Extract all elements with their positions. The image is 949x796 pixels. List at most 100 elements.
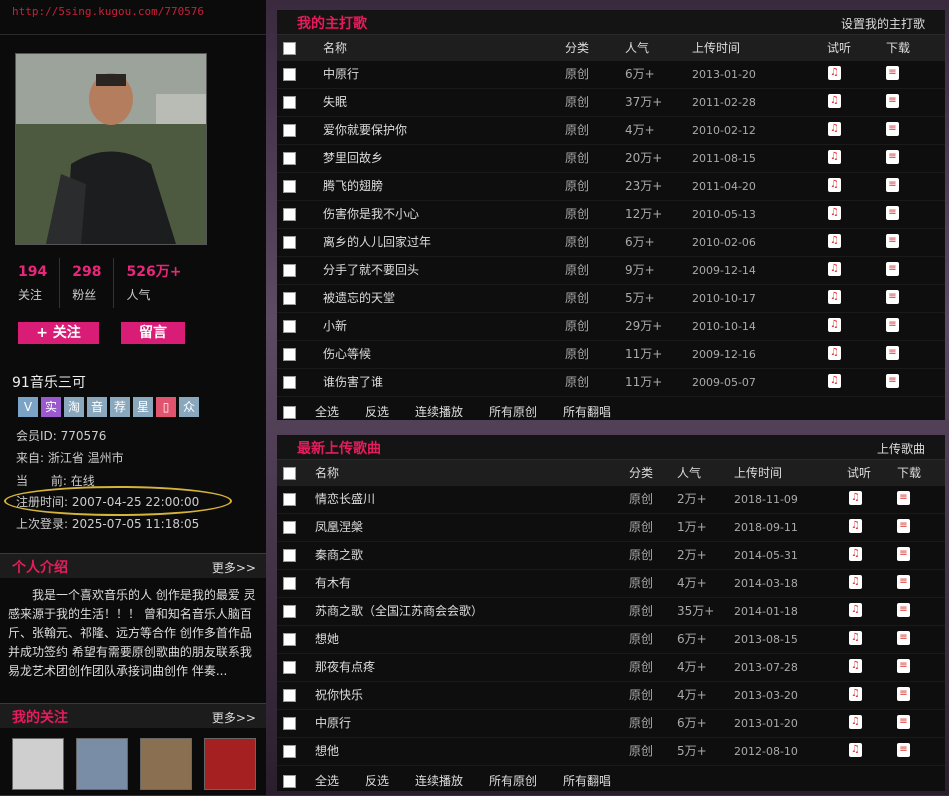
song-name-link[interactable]: 小新 <box>323 313 347 340</box>
stat-following[interactable]: 194 关注 <box>6 258 61 308</box>
download-icon[interactable]: ≡ <box>886 318 899 332</box>
song-checkbox[interactable] <box>283 292 296 305</box>
listen-icon[interactable]: ♫ <box>828 122 841 136</box>
listen-icon[interactable]: ♫ <box>828 66 841 80</box>
song-name-link[interactable]: 情恋长盛川 <box>315 486 375 513</box>
music-badge-icon[interactable]: 音 <box>87 397 107 417</box>
song-name-link[interactable]: 分手了就不要回头 <box>323 257 419 284</box>
song-name-link[interactable]: 伤心等候 <box>323 341 371 368</box>
follow-avatar[interactable] <box>12 738 64 790</box>
download-icon[interactable]: ≡ <box>886 290 899 304</box>
set-main-songs-link[interactable]: 设置我的主打歌 <box>841 15 925 32</box>
download-icon[interactable]: ≡ <box>897 687 910 701</box>
crowd-badge-icon[interactable]: 众 <box>179 397 199 417</box>
song-name-link[interactable]: 想她 <box>315 626 339 653</box>
footer-checkbox[interactable] <box>283 775 296 788</box>
message-button[interactable]: 留言 <box>121 322 185 344</box>
intro-more-link[interactable]: 更多>> <box>212 559 256 576</box>
all-cover-link[interactable]: 所有翻唱 <box>563 397 611 427</box>
listen-icon[interactable]: ♫ <box>849 687 862 701</box>
listen-icon[interactable]: ♫ <box>849 743 862 757</box>
download-icon[interactable]: ≡ <box>897 603 910 617</box>
song-checkbox[interactable] <box>283 577 296 590</box>
select-all-checkbox[interactable] <box>283 42 296 55</box>
song-checkbox[interactable] <box>283 180 296 193</box>
song-checkbox[interactable] <box>283 717 296 730</box>
song-name-link[interactable]: 那夜有点疼 <box>315 654 375 681</box>
invert-select-link[interactable]: 反选 <box>365 397 389 427</box>
song-checkbox[interactable] <box>283 236 296 249</box>
follow-avatar[interactable] <box>204 738 256 790</box>
select-all-link[interactable]: 全选 <box>315 397 339 427</box>
song-checkbox[interactable] <box>283 264 296 277</box>
song-name-link[interactable]: 有木有 <box>315 570 351 597</box>
listen-icon[interactable]: ♫ <box>849 603 862 617</box>
avatar[interactable] <box>15 53 207 245</box>
song-name-link[interactable]: 爱你就要保护你 <box>323 117 407 144</box>
download-icon[interactable]: ≡ <box>886 122 899 136</box>
download-icon[interactable]: ≡ <box>886 346 899 360</box>
star-badge-icon[interactable]: 星 <box>133 397 153 417</box>
upload-song-link[interactable]: 上传歌曲 <box>877 440 925 457</box>
song-name-link[interactable]: 腾飞的翅膀 <box>323 173 383 200</box>
follow-avatar[interactable] <box>140 738 192 790</box>
song-checkbox[interactable] <box>283 376 296 389</box>
download-icon[interactable]: ≡ <box>897 547 910 561</box>
all-original-link[interactable]: 所有原创 <box>489 397 537 427</box>
song-name-link[interactable]: 谁伤害了谁 <box>323 369 383 396</box>
download-icon[interactable]: ≡ <box>886 234 899 248</box>
listen-icon[interactable]: ♫ <box>849 715 862 729</box>
download-icon[interactable]: ≡ <box>897 631 910 645</box>
song-checkbox[interactable] <box>283 689 296 702</box>
listen-icon[interactable]: ♫ <box>828 206 841 220</box>
song-checkbox[interactable] <box>283 96 296 109</box>
invert-select-link[interactable]: 反选 <box>365 766 389 796</box>
listen-icon[interactable]: ♫ <box>828 262 841 276</box>
continuous-play-link[interactable]: 连续播放 <box>415 397 463 427</box>
download-icon[interactable]: ≡ <box>886 66 899 80</box>
stat-fans[interactable]: 298 粉丝 <box>60 258 115 308</box>
all-cover-link[interactable]: 所有翻唱 <box>563 766 611 796</box>
song-name-link[interactable]: 中原行 <box>315 710 351 737</box>
download-icon[interactable]: ≡ <box>897 491 910 505</box>
follow-avatar[interactable] <box>76 738 128 790</box>
recommend-badge-icon[interactable]: 荐 <box>110 397 130 417</box>
song-name-link[interactable]: 被遗忘的天堂 <box>323 285 395 312</box>
download-icon[interactable]: ≡ <box>897 575 910 589</box>
select-all-link[interactable]: 全选 <box>315 766 339 796</box>
all-original-link[interactable]: 所有原创 <box>489 766 537 796</box>
song-name-link[interactable]: 祝你快乐 <box>315 682 363 709</box>
song-checkbox[interactable] <box>283 521 296 534</box>
download-icon[interactable]: ≡ <box>886 262 899 276</box>
download-icon[interactable]: ≡ <box>897 743 910 757</box>
song-name-link[interactable]: 凤凰涅槃 <box>315 514 363 541</box>
shop-badge-icon[interactable]: 淘 <box>64 397 84 417</box>
song-name-link[interactable]: 苏商之歌（全国江苏商会会歌） <box>315 598 483 625</box>
follow-button[interactable]: + 关注 <box>18 322 99 344</box>
song-name-link[interactable]: 想他 <box>315 738 339 765</box>
listen-icon[interactable]: ♫ <box>828 290 841 304</box>
song-name-link[interactable]: 中原行 <box>323 61 359 88</box>
listen-icon[interactable]: ♫ <box>828 318 841 332</box>
continuous-play-link[interactable]: 连续播放 <box>415 766 463 796</box>
download-icon[interactable]: ≡ <box>886 178 899 192</box>
download-icon[interactable]: ≡ <box>886 374 899 388</box>
song-checkbox[interactable] <box>283 493 296 506</box>
listen-icon[interactable]: ♫ <box>849 519 862 533</box>
song-checkbox[interactable] <box>283 745 296 758</box>
song-checkbox[interactable] <box>283 661 296 674</box>
download-icon[interactable]: ≡ <box>886 206 899 220</box>
song-checkbox[interactable] <box>283 605 296 618</box>
listen-icon[interactable]: ♫ <box>849 631 862 645</box>
song-checkbox[interactable] <box>283 68 296 81</box>
select-all-checkbox[interactable] <box>283 467 296 480</box>
listen-icon[interactable]: ♫ <box>849 491 862 505</box>
download-icon[interactable]: ≡ <box>886 150 899 164</box>
song-checkbox[interactable] <box>283 152 296 165</box>
listen-icon[interactable]: ♫ <box>849 547 862 561</box>
download-icon[interactable]: ≡ <box>897 715 910 729</box>
listen-icon[interactable]: ♫ <box>828 150 841 164</box>
song-checkbox[interactable] <box>283 320 296 333</box>
mobile-badge-icon[interactable]: ▯ <box>156 397 176 417</box>
song-name-link[interactable]: 伤害你是我不小心 <box>323 201 419 228</box>
